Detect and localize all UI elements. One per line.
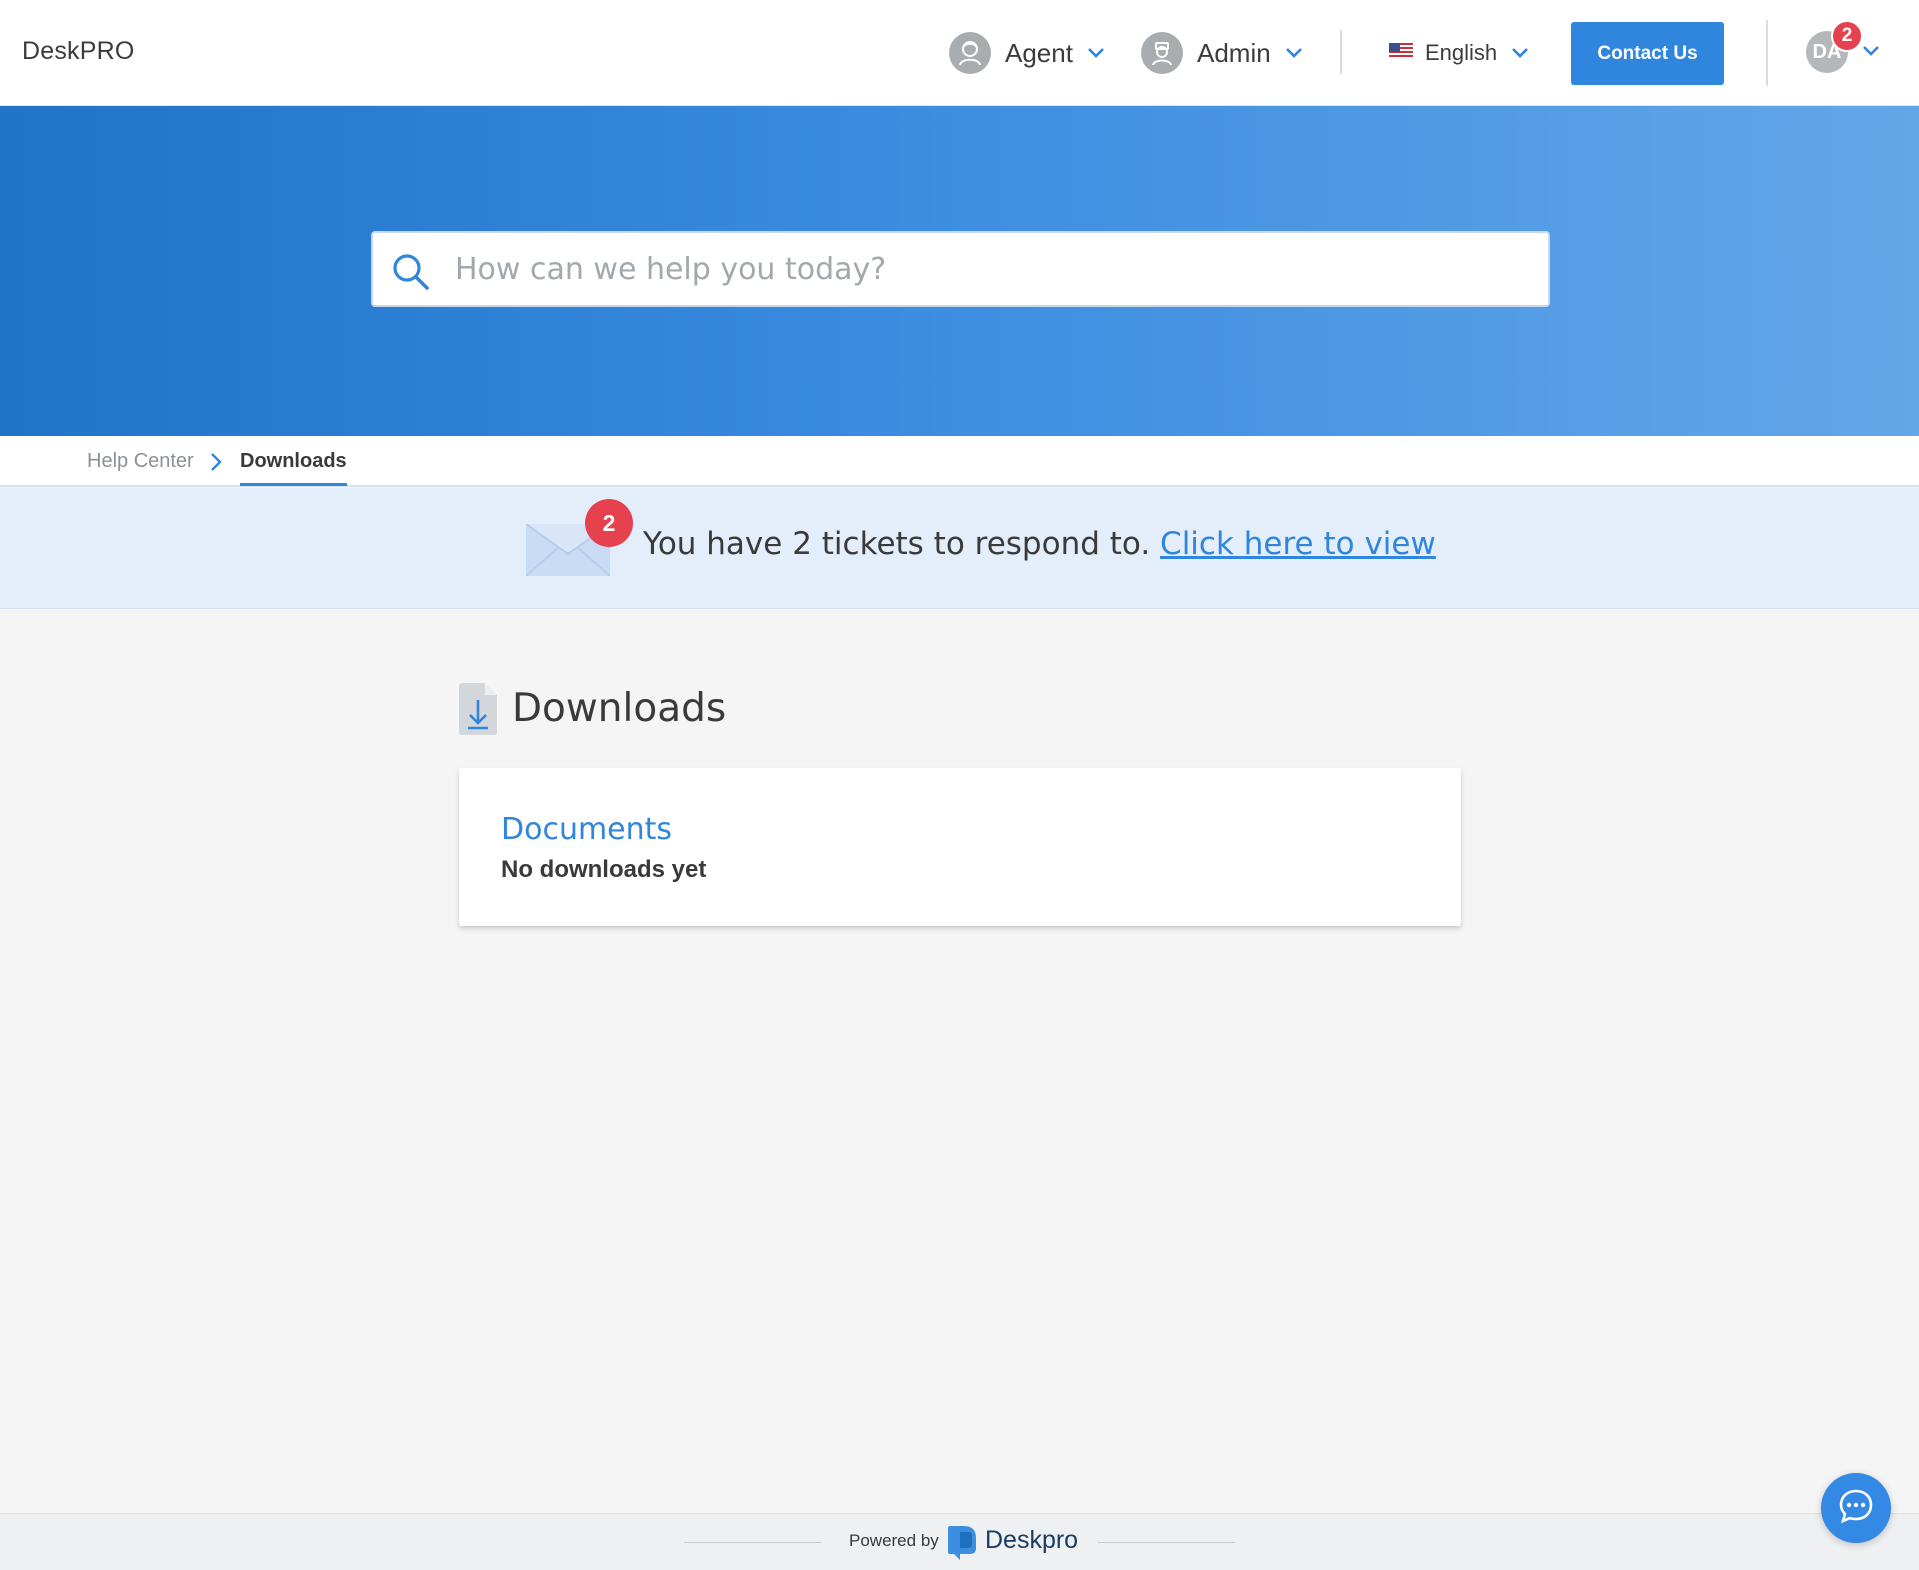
admin-menu[interactable]: Admin: [1141, 30, 1303, 76]
download-file-icon: [459, 683, 497, 740]
chat-bubble-icon: [1837, 1487, 1875, 1530]
powered-by-text: Powered by: [849, 1531, 939, 1550]
language-selector[interactable]: English: [1389, 30, 1529, 76]
chevron-down-icon: [1285, 47, 1303, 59]
breadcrumb-current[interactable]: Downloads: [240, 450, 347, 486]
search-input[interactable]: [455, 233, 1535, 305]
notice-message: You have 2 tickets to respond to. Click …: [643, 526, 1436, 562]
top-header: DeskPRO Agent Admin English Contact Us D…: [0, 0, 1919, 106]
deskpro-logo-icon: [946, 1524, 982, 1567]
agent-menu[interactable]: Agent: [949, 30, 1105, 76]
notification-badge: 2: [1831, 20, 1863, 52]
view-tickets-link[interactable]: Click here to view: [1160, 526, 1436, 562]
category-title-link[interactable]: Documents: [501, 812, 672, 847]
language-label: English: [1425, 40, 1498, 65]
ticket-notice-banner: You have 2 tickets to respond to. Click …: [0, 488, 1919, 609]
header-divider: [1340, 30, 1342, 74]
breadcrumb-home[interactable]: Help Center: [87, 450, 194, 473]
footer-divider: [684, 1542, 821, 1543]
chevron-right-icon: [210, 452, 222, 477]
admin-label: Admin: [1197, 37, 1271, 68]
agent-avatar-icon: [949, 32, 991, 74]
breadcrumb: Help Center Downloads: [0, 436, 1919, 487]
page-title: Downloads: [512, 686, 727, 731]
empty-state-text: No downloads yet: [501, 856, 707, 883]
chat-button[interactable]: [1821, 1473, 1891, 1543]
download-category-card: Documents No downloads yet: [459, 768, 1461, 926]
search-icon: [391, 252, 431, 297]
page: DeskPRO Agent Admin English Contact Us D…: [0, 0, 1919, 1570]
footer: Powered by Deskpro: [0, 1513, 1919, 1570]
footer-divider: [1098, 1542, 1235, 1543]
admin-avatar-icon: [1141, 32, 1183, 74]
hero-banner: [0, 106, 1919, 436]
search-box: [371, 231, 1550, 307]
agent-label: Agent: [1005, 37, 1073, 68]
us-flag-icon: [1389, 42, 1413, 64]
contact-us-button[interactable]: Contact Us: [1571, 22, 1724, 85]
ticket-count-badge: 2: [585, 499, 633, 547]
notice-text: You have 2 tickets to respond to.: [643, 526, 1151, 562]
chevron-down-icon: [1087, 47, 1105, 59]
chevron-down-icon[interactable]: [1862, 44, 1880, 62]
header-divider: [1766, 20, 1768, 86]
footer-brand[interactable]: Deskpro: [985, 1526, 1078, 1555]
brand-logo[interactable]: DeskPRO: [22, 37, 135, 66]
chevron-down-icon: [1511, 47, 1529, 59]
